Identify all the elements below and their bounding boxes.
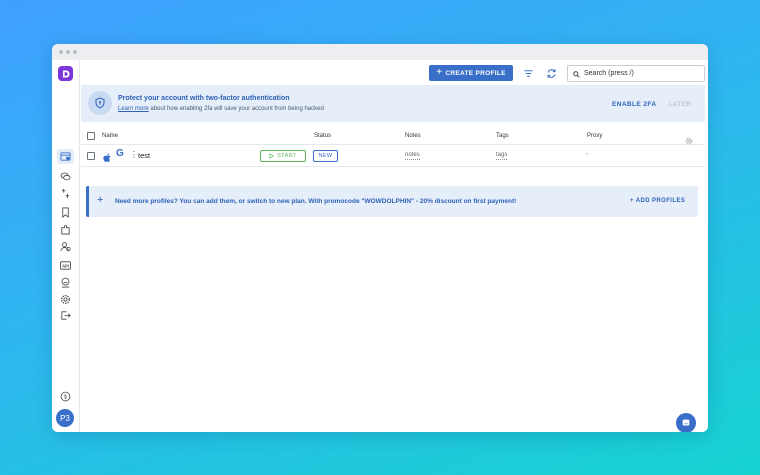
browser-profiles-icon[interactable]	[57, 149, 74, 164]
main-content: + CREATE PROFILE Search (press /) Protec…	[81, 60, 708, 432]
start-label: START	[277, 153, 297, 159]
create-profile-button[interactable]: + CREATE PROFILE	[429, 65, 513, 81]
svg-text:API: API	[62, 263, 69, 268]
window-dot[interactable]	[59, 50, 63, 54]
billing-icon[interactable]: $	[59, 390, 72, 403]
banner-subtitle-text: about how enabling 2fa will save your ac…	[148, 106, 324, 112]
search-input[interactable]: Search (press /)	[567, 65, 705, 82]
column-proxy[interactable]: Proxy	[587, 133, 602, 139]
later-button[interactable]: LATER	[669, 101, 691, 108]
support-chat-button[interactable]	[676, 413, 696, 432]
window-dot[interactable]	[73, 50, 77, 54]
learn-more-link[interactable]: Learn more	[118, 106, 149, 112]
api-icon[interactable]: API	[59, 259, 72, 272]
window-dot[interactable]	[66, 50, 70, 54]
create-profile-label: CREATE PROFILE	[445, 69, 506, 77]
shield-icon	[88, 91, 112, 115]
column-name[interactable]: Name	[102, 133, 118, 139]
support-chat-icon	[682, 419, 690, 426]
select-all-checkbox[interactable]	[87, 132, 95, 140]
avatar[interactable]: P3	[56, 409, 74, 427]
users-icon[interactable]	[59, 240, 72, 253]
add-profiles-button[interactable]: + ADD PROFILES	[630, 198, 685, 204]
google-icon: G	[116, 148, 124, 159]
promo-text: Need more profiles? You can add them, or…	[115, 198, 517, 205]
logout-icon[interactable]	[59, 309, 72, 322]
play-icon	[269, 153, 274, 159]
automation-icon[interactable]	[59, 187, 72, 200]
banner-subtitle: Learn more about how enabling 2fa will s…	[118, 106, 324, 112]
apple-icon	[103, 150, 112, 168]
promo-banner: + Need more profiles? You can add them, …	[86, 186, 698, 217]
status-badge[interactable]: NEW	[313, 150, 338, 162]
chat-icon[interactable]	[59, 170, 72, 183]
start-button[interactable]: START	[260, 150, 306, 162]
profile-name[interactable]: test	[138, 151, 150, 160]
search-icon	[573, 65, 580, 83]
column-notes[interactable]: Notes	[405, 133, 421, 139]
window-titlebar	[52, 44, 708, 60]
notes-cell[interactable]: notes	[405, 152, 420, 160]
dolphin-logo[interactable]	[58, 66, 73, 81]
tags-cell[interactable]: tags	[496, 152, 508, 160]
profiles-table: Name Status Notes Tags Proxy G ⋮ test ST…	[81, 129, 705, 217]
sync-icon[interactable]	[545, 67, 558, 80]
column-status[interactable]: Status	[314, 133, 331, 139]
more-options-icon[interactable]: ⋮	[130, 150, 138, 159]
banner-title: Protect your account with two-factor aut…	[118, 95, 290, 102]
search-placeholder: Search (press /)	[584, 70, 634, 77]
plus-icon: +	[436, 67, 443, 78]
plus-icon: +	[97, 194, 104, 206]
svg-text:$: $	[64, 395, 67, 401]
app-window: API $ P3 + CREATE PROFILE Search (press …	[52, 44, 708, 432]
table-row[interactable]: G ⋮ test START NEW notes tags -	[81, 145, 705, 167]
table-header: Name Status Notes Tags Proxy	[81, 129, 705, 145]
proxy-cell[interactable]: -	[586, 151, 588, 158]
column-tags[interactable]: Tags	[496, 133, 509, 139]
row-checkbox[interactable]	[87, 152, 95, 160]
settings-icon[interactable]	[59, 293, 72, 306]
bookmark-icon[interactable]	[59, 206, 72, 219]
enable-2fa-button[interactable]: ENABLE 2FA	[612, 101, 656, 108]
two-factor-banner: Protect your account with two-factor aut…	[81, 85, 705, 122]
filter-icon[interactable]	[522, 67, 535, 80]
remote-icon[interactable]	[59, 276, 72, 289]
sidebar: API $ P3	[52, 60, 80, 432]
extensions-icon[interactable]	[59, 223, 72, 236]
